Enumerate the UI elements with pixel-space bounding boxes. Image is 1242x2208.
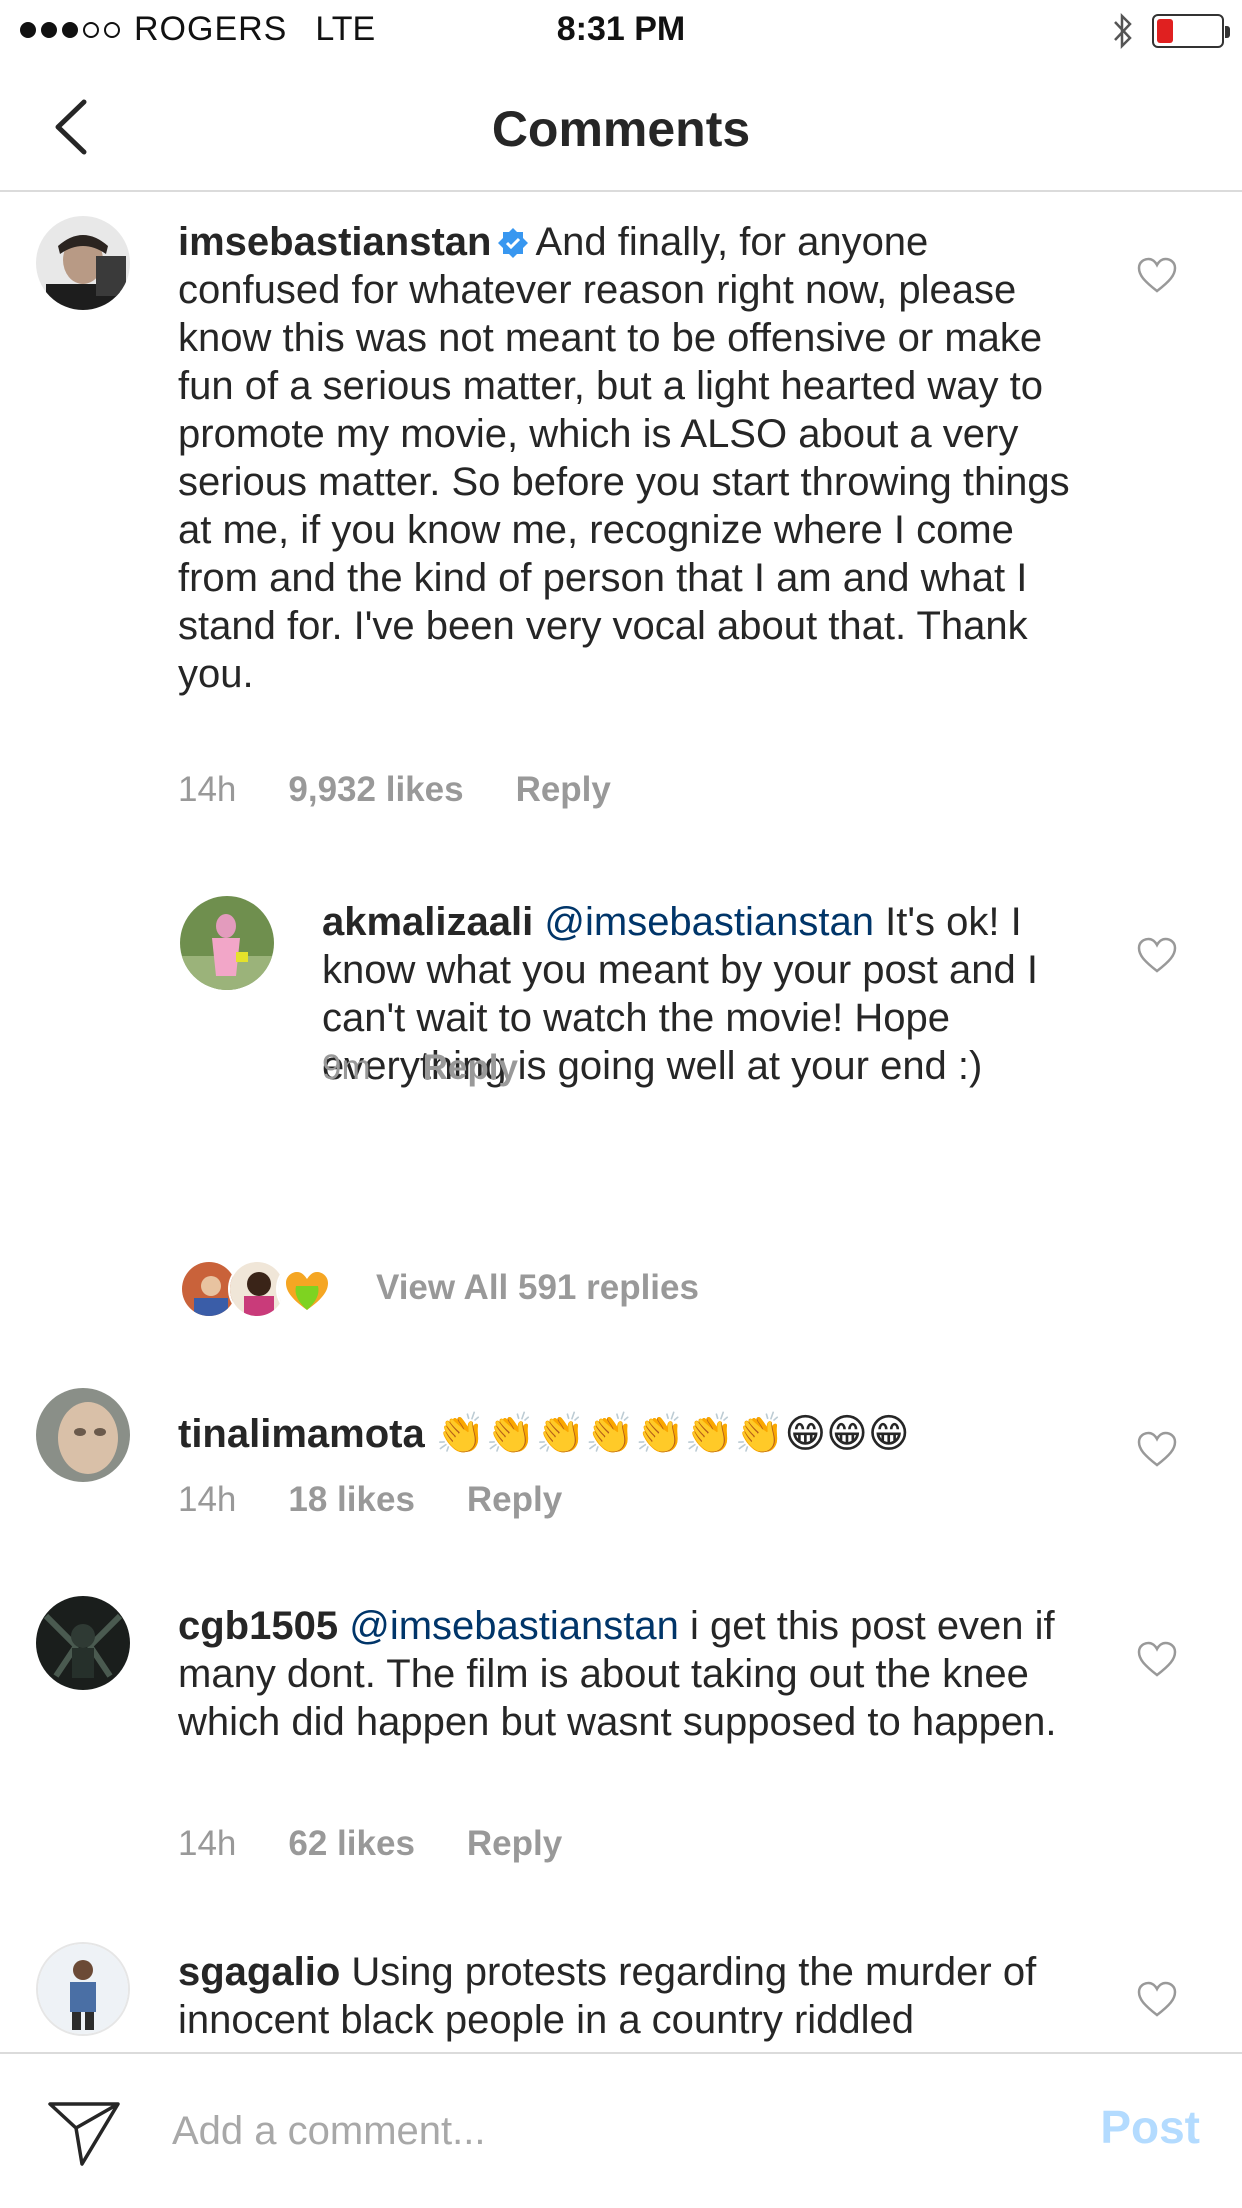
avatar[interactable] [180, 896, 274, 990]
comment-body: tinalimamota 👏👏👏👏👏👏👏😁😁😁 [178, 1410, 1078, 1458]
replier-avatar [276, 1260, 334, 1318]
comment-body: sgagalio Using protests regarding the mu… [178, 1948, 1078, 2044]
comment-body: cgb1505 @imsebastianstan i get this post… [178, 1602, 1078, 1746]
comment-meta: 14h 9,932 likes Reply [178, 770, 611, 810]
comment-text: 👏👏👏👏👏👏👏😁😁😁 [435, 1412, 910, 1456]
comment-username[interactable]: tinalimamota [178, 1412, 425, 1456]
comment-username[interactable]: sgagalio [178, 1950, 340, 1994]
reply-mention[interactable]: @imsebastianstan [544, 900, 874, 944]
like-heart-icon[interactable] [1136, 1430, 1178, 1468]
comment-meta: 14h 18 likes Reply [178, 1480, 562, 1520]
status-time: 8:31 PM [556, 10, 686, 48]
reply-button[interactable]: Reply [423, 1048, 518, 1088]
reply-button[interactable]: Reply [467, 1824, 562, 1864]
reply-time: 9m [322, 1048, 371, 1087]
battery-icon [1152, 14, 1230, 48]
comment-username[interactable]: cgb1505 [178, 1604, 338, 1648]
comment-likes[interactable]: 9,932 likes [288, 770, 463, 810]
avatar[interactable] [36, 1388, 130, 1482]
like-heart-icon[interactable] [1136, 1980, 1178, 2018]
like-heart-icon[interactable] [1136, 936, 1178, 974]
avatar[interactable] [36, 1942, 130, 2036]
reply-meta: 9m Reply [322, 1048, 518, 1088]
comment-likes[interactable]: 18 likes [288, 1480, 415, 1520]
comment-time: 14h [178, 1824, 237, 1863]
comment-likes[interactable]: 62 likes [288, 1824, 415, 1864]
reply-button[interactable]: Reply [516, 770, 611, 810]
status-bar: ROGERS LTE 8:31 PM [0, 0, 1242, 62]
nav-bar: Comments [0, 62, 1242, 192]
comment-time: 14h [178, 770, 237, 809]
comment-time: 14h [178, 1480, 237, 1519]
battery-level [1157, 19, 1173, 43]
comment-mention[interactable]: @imsebastianstan [349, 1604, 679, 1648]
avatar[interactable] [36, 1596, 130, 1690]
avatar[interactable] [36, 216, 130, 310]
page-title: Comments [491, 101, 751, 157]
comment-username[interactable]: imsebastianstan [178, 220, 491, 264]
post-button[interactable]: Post [1100, 2100, 1200, 2154]
bluetooth-icon [1114, 12, 1132, 50]
direct-send-icon[interactable] [46, 2098, 122, 2168]
status-right [1112, 12, 1230, 50]
reply-username[interactable]: akmalizaali [322, 900, 533, 944]
like-heart-icon[interactable] [1136, 256, 1178, 294]
comment-input[interactable] [172, 2094, 1032, 2168]
comment-composer: Post [0, 2052, 1242, 2208]
comment-text: And finally, for anyone confused for wha… [178, 220, 1070, 696]
comment-body: imsebastianstan And finally, for anyone c… [178, 218, 1078, 698]
verified-badge-icon [498, 228, 529, 258]
comment-meta: 14h 62 likes Reply [178, 1824, 562, 1864]
view-replies-link[interactable]: View All 591 replies [376, 1268, 699, 1308]
reply-button[interactable]: Reply [467, 1480, 562, 1520]
like-heart-icon[interactable] [1136, 1640, 1178, 1678]
comments-list[interactable]: imsebastianstan And finally, for anyone c… [0, 192, 1242, 2052]
